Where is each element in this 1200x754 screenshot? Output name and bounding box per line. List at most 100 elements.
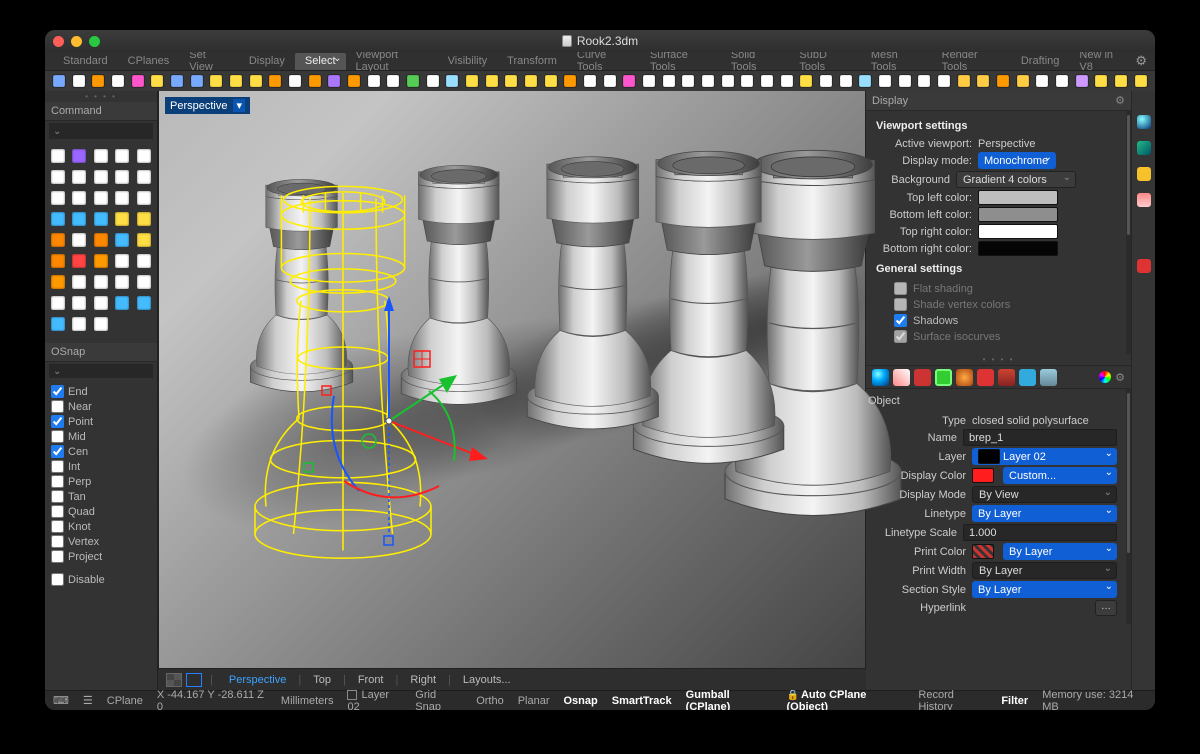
- properties-icon[interactable]: [1137, 115, 1151, 129]
- toolbar-button[interactable]: [817, 73, 835, 89]
- viewport-tab[interactable]: Perspective: [221, 672, 294, 688]
- display-color-swatch[interactable]: [972, 468, 994, 483]
- toolbar-button[interactable]: [502, 73, 520, 89]
- status-gumball[interactable]: Gumball (CPlane): [686, 689, 773, 711]
- misc-icon[interactable]: [1040, 369, 1057, 386]
- viewport-tab[interactable]: Layouts...: [455, 672, 519, 688]
- toolbar-button[interactable]: [699, 73, 717, 89]
- viewport-tab[interactable]: Top: [305, 672, 339, 688]
- toolbar-button[interactable]: [561, 73, 579, 89]
- toolbar-button[interactable]: [188, 73, 206, 89]
- palette-tool[interactable]: [113, 147, 131, 165]
- display-mode-select[interactable]: Monochrome: [978, 152, 1056, 169]
- palette-tool[interactable]: [92, 231, 110, 249]
- palette-tool[interactable]: [113, 168, 131, 186]
- palette-tool[interactable]: [113, 231, 131, 249]
- status-cplane[interactable]: CPlane: [107, 695, 143, 707]
- toolset-tab[interactable]: Display: [239, 53, 295, 69]
- mapping-icon[interactable]: [935, 369, 952, 386]
- layers-icon[interactable]: [1137, 141, 1151, 155]
- palette-tool[interactable]: [113, 252, 131, 270]
- palette-tool[interactable]: [70, 147, 88, 165]
- toolbar-button[interactable]: [247, 73, 265, 89]
- viewport-tab[interactable]: Right: [402, 672, 444, 688]
- toolbar-button[interactable]: [680, 73, 698, 89]
- palette-tool[interactable]: [113, 210, 131, 228]
- osnap-vertex[interactable]: Vertex: [51, 534, 151, 549]
- toolbar-button[interactable]: [227, 73, 245, 89]
- palette-tool[interactable]: [92, 189, 110, 207]
- palette-tool[interactable]: [135, 294, 153, 312]
- toolset-tab[interactable]: Select: [295, 53, 346, 70]
- osnap-disable[interactable]: Disable: [51, 572, 151, 587]
- toolset-tab[interactable]: Visibility: [438, 53, 498, 69]
- help-icon[interactable]: [1137, 167, 1151, 181]
- toolbar-button[interactable]: [266, 73, 284, 89]
- scrollbar[interactable]: [1126, 111, 1131, 354]
- toolbar-button[interactable]: [207, 73, 225, 89]
- toolbar-button[interactable]: [1073, 73, 1091, 89]
- toolset-tab[interactable]: Transform: [497, 53, 567, 69]
- palette-tool[interactable]: [113, 294, 131, 312]
- palette-tool[interactable]: [92, 210, 110, 228]
- palette-tool[interactable]: [49, 315, 67, 333]
- palette-tool[interactable]: [70, 252, 88, 270]
- single-view-icon[interactable]: [186, 673, 202, 687]
- toolbar-button[interactable]: [1014, 73, 1032, 89]
- section-style-select[interactable]: By Layer: [972, 581, 1117, 598]
- status-ortho[interactable]: Ortho: [476, 695, 504, 707]
- toolbar-button[interactable]: [876, 73, 894, 89]
- toolbar-button[interactable]: [542, 73, 560, 89]
- list-icon[interactable]: ☰: [83, 694, 93, 707]
- toolbar-button[interactable]: [916, 73, 934, 89]
- toolbar-button[interactable]: [975, 73, 993, 89]
- toolbar-button[interactable]: [129, 73, 147, 89]
- toolbar-button[interactable]: [994, 73, 1012, 89]
- toolbar-button[interactable]: [758, 73, 776, 89]
- palette-tool[interactable]: [70, 231, 88, 249]
- gear-icon[interactable]: ⚙: [1115, 94, 1125, 107]
- palette-tool[interactable]: [92, 315, 110, 333]
- display-mode-select2[interactable]: By View: [972, 486, 1117, 503]
- toolset-tab[interactable]: CPlanes: [118, 53, 180, 69]
- osnap-project[interactable]: Project: [51, 549, 151, 564]
- display-color-select[interactable]: Custom...: [1003, 467, 1117, 484]
- palette-tool[interactable]: [70, 210, 88, 228]
- toolbar-button[interactable]: [404, 73, 422, 89]
- toolbar-button[interactable]: [148, 73, 166, 89]
- toolset-tab[interactable]: Standard: [53, 53, 118, 69]
- toolbar-button[interactable]: [424, 73, 442, 89]
- status-layer[interactable]: Layer 02: [347, 689, 401, 711]
- toolbar-button[interactable]: [837, 73, 855, 89]
- viewport-tab[interactable]: Front: [350, 672, 392, 688]
- status-units[interactable]: Millimeters: [281, 695, 334, 707]
- toolbar-button[interactable]: [168, 73, 186, 89]
- toolbar-button[interactable]: [1093, 73, 1111, 89]
- toolbar-button[interactable]: [719, 73, 737, 89]
- print-color-select[interactable]: By Layer: [1003, 543, 1117, 560]
- palette-tool[interactable]: [135, 252, 153, 270]
- toolbar-button[interactable]: [620, 73, 638, 89]
- bottom-right-color-swatch[interactable]: [978, 241, 1058, 256]
- background-select[interactable]: Gradient 4 colors: [956, 171, 1076, 188]
- palette-tool[interactable]: [92, 252, 110, 270]
- status-record-history[interactable]: Record History: [918, 689, 987, 711]
- gear-icon[interactable]: ⚙: [1135, 53, 1147, 69]
- palette-tool[interactable]: [135, 273, 153, 291]
- toolbar-button[interactable]: [286, 73, 304, 89]
- osnap-mid[interactable]: Mid: [51, 429, 151, 444]
- hyperlink-button[interactable]: …: [1095, 600, 1117, 616]
- palette-tool[interactable]: [113, 315, 131, 333]
- palette-tool[interactable]: [135, 210, 153, 228]
- osnap-near[interactable]: Near: [51, 399, 151, 414]
- toolbar-button[interactable]: [89, 73, 107, 89]
- toolbar-button[interactable]: [463, 73, 481, 89]
- palette-tool[interactable]: [135, 189, 153, 207]
- toolbar-button[interactable]: [581, 73, 599, 89]
- surface-isocurves-checkbox[interactable]: Surface isocurves: [894, 330, 1117, 343]
- command-input[interactable]: ⌄: [49, 123, 153, 139]
- record-icon[interactable]: [1137, 259, 1151, 273]
- palette-tool[interactable]: [49, 294, 67, 312]
- palette-tool[interactable]: [49, 231, 67, 249]
- render-icon[interactable]: [1137, 193, 1151, 207]
